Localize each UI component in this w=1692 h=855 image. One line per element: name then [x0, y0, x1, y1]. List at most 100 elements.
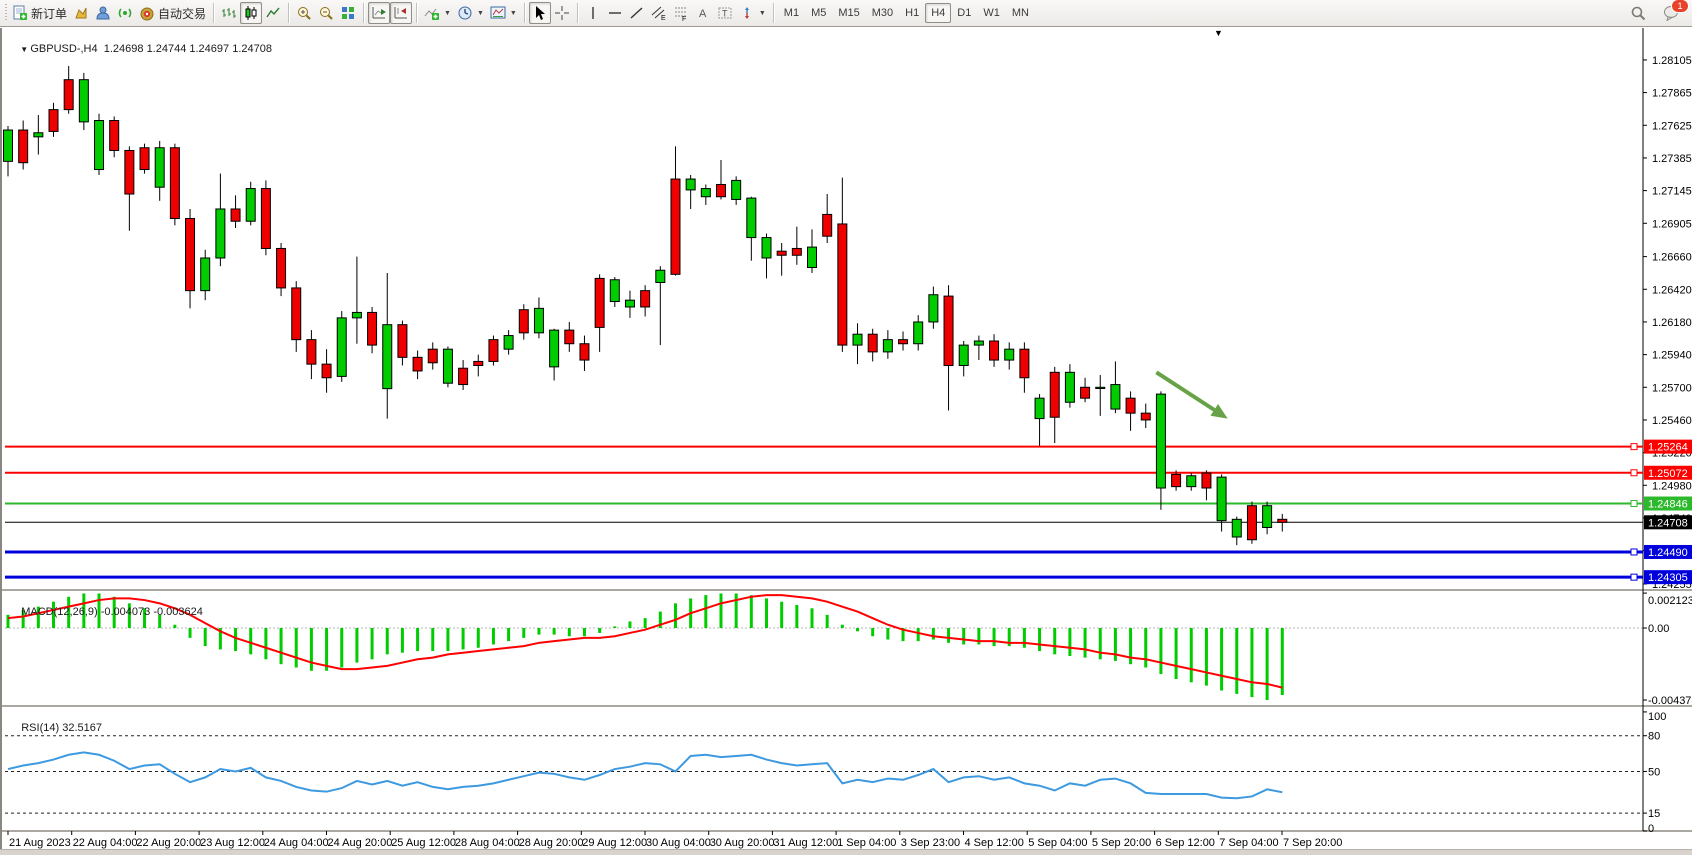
timeframe-d1-button[interactable]: D1 — [951, 3, 977, 23]
data-window-button[interactable] — [92, 2, 114, 24]
candle — [899, 331, 908, 350]
candlestick-chart-button[interactable] — [240, 2, 262, 24]
time-tick-label: 6 Sep 12:00 — [1156, 837, 1215, 849]
hline-handle[interactable] — [1631, 549, 1637, 555]
text-button[interactable]: A — [692, 2, 714, 24]
candle — [413, 351, 422, 380]
templates-button[interactable]: ▼ — [487, 2, 520, 24]
candle — [929, 287, 938, 329]
candle — [125, 146, 134, 230]
candle — [1187, 473, 1196, 491]
candle — [534, 297, 543, 338]
timeframe-m1-button[interactable]: M1 — [778, 3, 805, 23]
candle — [550, 329, 559, 381]
cursor-button[interactable] — [529, 2, 551, 24]
candle — [792, 227, 801, 265]
timeframe-m15-button[interactable]: M15 — [832, 3, 865, 23]
time-tick-label: 31 Aug 12:00 — [773, 837, 838, 849]
horizontal-line-button[interactable] — [604, 2, 626, 24]
chart-menu-icon[interactable]: ▼ — [20, 45, 30, 54]
zoom-out-button[interactable] — [315, 2, 337, 24]
toolbar-right-tools: 1 — [1627, 2, 1684, 24]
candle — [368, 307, 377, 353]
line-chart-button[interactable] — [262, 2, 284, 24]
tile-windows-button[interactable] — [337, 2, 359, 24]
bar-chart-icon — [221, 5, 237, 21]
price-axis: 1.281051.278651.276251.273851.271451.269… — [1643, 55, 1692, 591]
timeframe-h4-button[interactable]: H4 — [925, 3, 951, 23]
chart-canvas[interactable]: 1.281051.278651.276251.273851.271451.269… — [2, 28, 1692, 849]
candle — [641, 285, 650, 316]
macd-scale-label: -0.004378 — [1648, 695, 1692, 707]
hline-handle[interactable] — [1631, 501, 1637, 507]
periods-caret-icon: ▼ — [477, 10, 484, 17]
time-tick-label: 24 Aug 20:00 — [328, 837, 393, 849]
search-button[interactable] — [1627, 2, 1650, 24]
candle — [383, 273, 392, 419]
candle — [352, 257, 361, 344]
candle — [201, 250, 210, 300]
chart-shift-marker-icon[interactable]: ▼ — [1214, 28, 1223, 38]
bar-chart-button[interactable] — [218, 2, 240, 24]
candle — [944, 285, 953, 410]
notifications-button[interactable]: 1 — [1660, 2, 1684, 24]
periods-clock-icon — [457, 5, 473, 21]
macd-scale-label: 0.002123 — [1648, 595, 1692, 607]
arrows-button[interactable]: ▼ — [736, 2, 769, 24]
level-price-box: 1.24305 — [1644, 570, 1692, 584]
level-price-box: 1.25072 — [1644, 466, 1692, 480]
candle — [762, 233, 771, 278]
zoom-in-button[interactable] — [293, 2, 315, 24]
candle — [246, 182, 255, 226]
candle — [868, 329, 877, 362]
candle — [671, 146, 680, 275]
hline-handle[interactable] — [1631, 470, 1637, 476]
timeframe-w1-button[interactable]: W1 — [977, 3, 1006, 23]
candle — [1111, 361, 1120, 413]
auto-scroll-button[interactable] — [368, 2, 390, 24]
signals-button[interactable] — [114, 2, 136, 24]
vertical-line-button[interactable] — [582, 2, 604, 24]
chart-shift-icon — [393, 5, 409, 21]
toolbar-separator — [577, 3, 578, 23]
text-label-button[interactable]: T — [714, 2, 736, 24]
time-tick-label: 23 Aug 12:00 — [200, 837, 265, 849]
candle — [1202, 470, 1211, 500]
timeframe-m5-button[interactable]: M5 — [805, 3, 832, 23]
rsi-scale-label: 80 — [1648, 731, 1660, 743]
periods-button[interactable]: ▼ — [454, 2, 487, 24]
candle — [914, 315, 923, 350]
tile-windows-icon — [340, 5, 356, 21]
candle — [732, 176, 741, 205]
rsi-indicator-label: RSI(14) 32.5167 — [9, 710, 102, 746]
candle — [974, 336, 983, 360]
candle — [49, 103, 58, 137]
annotation-arrow[interactable] — [1156, 372, 1227, 418]
equidistant-channel-button[interactable]: E — [648, 2, 670, 24]
hline-handle[interactable] — [1631, 444, 1637, 450]
timeframe-mn-button[interactable]: MN — [1006, 3, 1035, 23]
timeframe-h1-button[interactable]: H1 — [899, 3, 925, 23]
price-tick-label: 1.25460 — [1652, 415, 1692, 427]
hline-handle[interactable] — [1631, 574, 1637, 580]
candle — [808, 229, 817, 273]
timeframe-m30-button[interactable]: M30 — [866, 3, 899, 23]
candle — [443, 346, 452, 387]
candle — [459, 360, 468, 390]
time-tick-label: 30 Aug 04:00 — [646, 837, 711, 849]
trendline-button[interactable] — [626, 2, 648, 24]
toolbar-grip[interactable] — [5, 4, 7, 22]
templates-caret-icon: ▼ — [510, 10, 517, 17]
fibonacci-button[interactable]: F — [670, 2, 692, 24]
candle — [140, 144, 149, 174]
auto-trading-button[interactable]: 自动交易 — [136, 2, 209, 24]
chart-symbol-period: GBPUSD-,H4 — [30, 43, 97, 55]
current-price-box: 1.24708 — [1644, 515, 1692, 529]
indicators-button[interactable]: ▼ — [421, 2, 454, 24]
new-order-button[interactable]: 新订单 — [9, 2, 70, 24]
price-tick-label: 1.25700 — [1652, 382, 1692, 394]
crosshair-button[interactable] — [551, 2, 573, 24]
market-watch-button[interactable] — [70, 2, 92, 24]
price-tick-label: 1.26905 — [1652, 218, 1692, 230]
chart-shift-button[interactable] — [390, 2, 412, 24]
